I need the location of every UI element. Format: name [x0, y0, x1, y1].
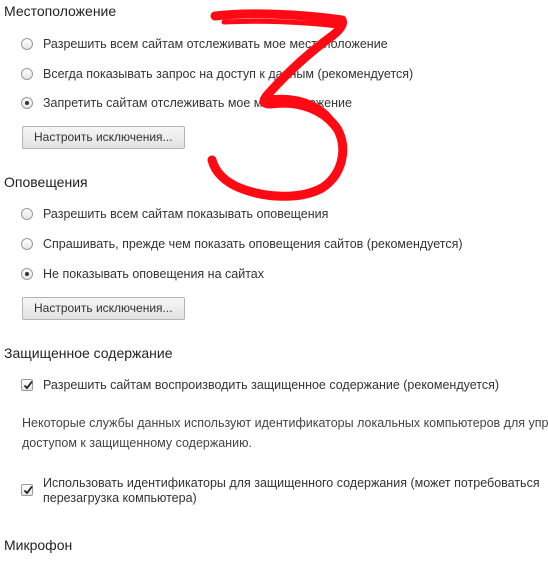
protected-content-allow-option[interactable]: Разрешить сайтам воспроизводить защищенн… — [21, 378, 499, 392]
protected-content-allow-checkbox[interactable] — [21, 379, 33, 391]
protected-content-identifiers-checkbox[interactable] — [21, 484, 33, 496]
protected-content-section-title: Защищенное содержание — [4, 345, 173, 361]
location-section-title: Местоположение — [4, 3, 117, 19]
notifications-allow-all-radio[interactable] — [21, 208, 33, 220]
notifications-ask-option[interactable]: Спрашивать, прежде чем показать оповещен… — [21, 237, 463, 251]
location-ask-radio[interactable] — [21, 68, 33, 80]
notifications-exceptions-button[interactable]: Настроить исключения... — [22, 297, 185, 320]
notifications-block-option[interactable]: Не показывать оповещения на сайтах — [21, 267, 264, 281]
notifications-ask-radio[interactable] — [21, 238, 33, 250]
notifications-allow-all-option[interactable]: Разрешить всем сайтам показывать оповеще… — [21, 207, 328, 221]
location-ask-option[interactable]: Всегда показывать запрос на доступ к дан… — [21, 67, 413, 81]
protected-content-info-line-2: доступом к защищенному содержанию. — [22, 436, 252, 450]
protected-content-identifiers-option[interactable]: Использовать идентификаторы для защищенн… — [21, 476, 548, 506]
location-allow-all-option[interactable]: Разрешить всем сайтам отслеживать мое ме… — [21, 37, 388, 51]
content-settings-page: Местоположение Разрешить всем сайтам отс… — [0, 0, 548, 577]
checkmark-icon — [23, 380, 33, 390]
notifications-allow-all-label: Разрешить всем сайтам показывать оповеще… — [43, 207, 329, 221]
location-block-label: Запретить сайтам отслеживать мое местопо… — [43, 96, 352, 110]
location-block-radio[interactable] — [21, 97, 33, 109]
notifications-section-title: Оповещения — [4, 174, 88, 190]
notifications-ask-label: Спрашивать, прежде чем показать оповещен… — [43, 237, 463, 251]
location-ask-label: Всегда показывать запрос на доступ к дан… — [43, 67, 414, 81]
protected-content-allow-label: Разрешить сайтам воспроизводить защищенн… — [43, 378, 500, 392]
location-allow-all-radio[interactable] — [21, 38, 33, 50]
location-block-option[interactable]: Запретить сайтам отслеживать мое местопо… — [21, 96, 352, 110]
notifications-block-radio[interactable] — [21, 268, 33, 280]
location-allow-all-label: Разрешить всем сайтам отслеживать мое ме… — [43, 37, 388, 51]
protected-content-info-line-1: Некоторые службы данных используют идент… — [22, 416, 548, 430]
microphone-section-title: Микрофон — [4, 537, 73, 553]
checkmark-icon — [23, 485, 33, 495]
location-exceptions-button[interactable]: Настроить исключения... — [22, 126, 185, 149]
protected-content-identifiers-label: Использовать идентификаторы для защищенн… — [43, 476, 540, 505]
notifications-block-label: Не показывать оповещения на сайтах — [43, 267, 264, 281]
